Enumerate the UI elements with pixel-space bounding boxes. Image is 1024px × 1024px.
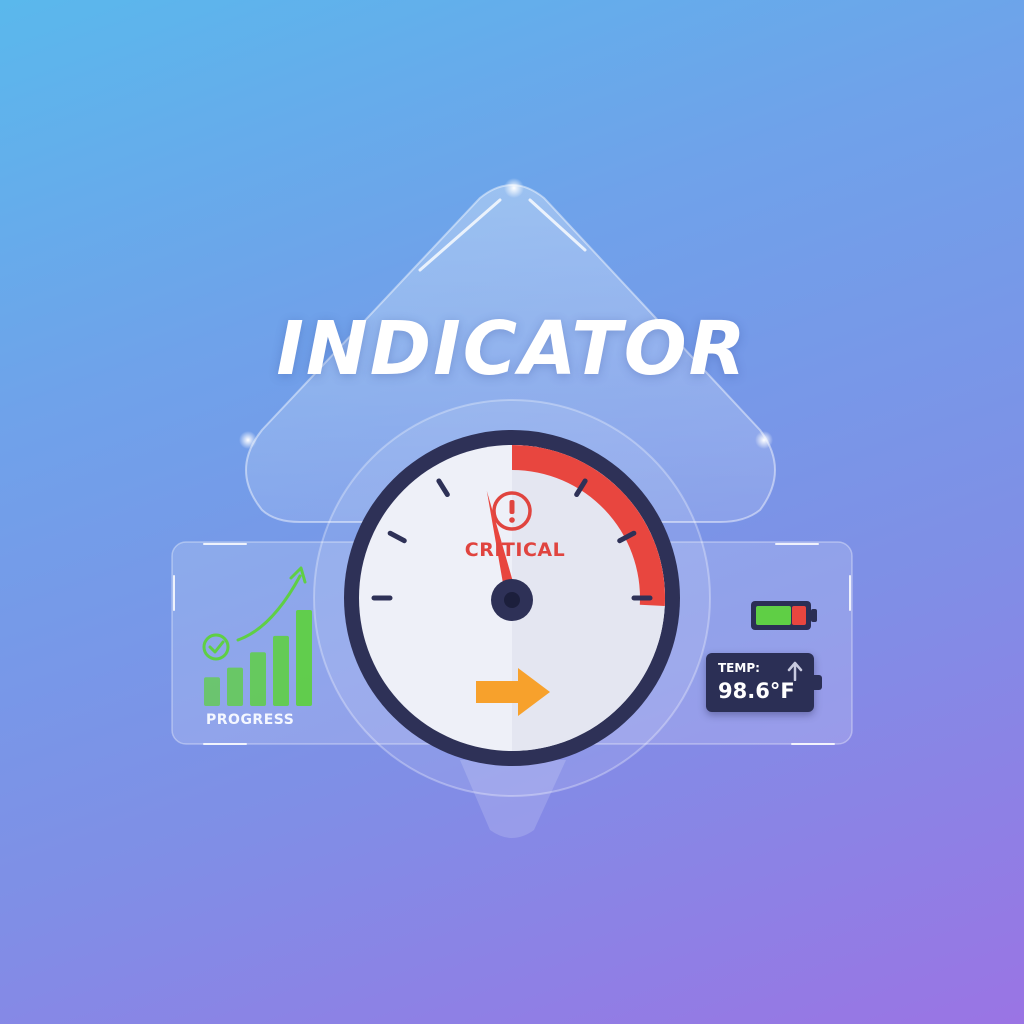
temperature-value: 98.6°F [718,679,795,703]
temperature-label: TEMP: [718,661,760,675]
temperature-card: TEMP: 98.6°F [706,653,822,712]
battery-icon [751,601,817,630]
arrow-up-icon [787,661,803,681]
